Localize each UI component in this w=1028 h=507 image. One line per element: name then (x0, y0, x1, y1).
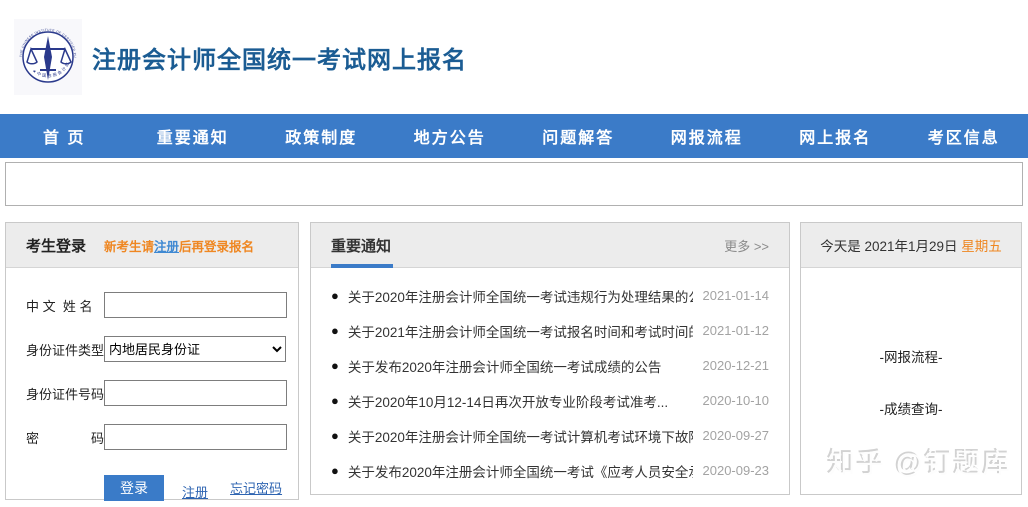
id-type-row: 身份证件类型 内地居民身份证 (26, 336, 286, 362)
register-link[interactable]: 注册 (182, 482, 208, 501)
notice-date: 2020-12-21 (703, 358, 770, 373)
cicpa-logo-icon: THE CHINESE INSTITUTE OF CERTIFIED PUBLI… (14, 19, 82, 95)
notice-date: 2020-09-27 (703, 428, 770, 443)
hint-prefix: 新考生请 (104, 240, 154, 254)
forgot-password-link[interactable]: 忘记密码 (230, 478, 282, 497)
bullet-icon: ● (331, 428, 339, 443)
id-type-label: 身份证件类型 (26, 340, 104, 359)
date-info-panel: 今天是 2021年1月29日 星期五 -网报流程- -成绩查询- (800, 222, 1022, 495)
notice-title[interactable]: 关于2021年注册会计师全国统一考试报名时间和考试时间的... (348, 321, 693, 341)
nav-item-faq[interactable]: 问题解答 (514, 124, 643, 148)
id-type-select[interactable]: 内地居民身份证 (104, 336, 286, 362)
notice-item[interactable]: ● 关于2020年注册会计师全国统一考试计算机考试环境下故障... 2020-0… (331, 418, 769, 453)
scales-emblem-icon: THE CHINESE INSTITUTE OF CERTIFIED PUBLI… (16, 22, 80, 92)
notice-item[interactable]: ● 关于发布2020年注册会计师全国统一考试《应考人员安全承... 2020-0… (331, 453, 769, 488)
today-date: 今天是 2021年1月29日 星期五 (820, 235, 1002, 255)
notice-title[interactable]: 关于2020年10月12-14日再次开放专业阶段考试准考... (348, 391, 693, 411)
login-form: 中 文 姓 名 身份证件类型 内地居民身份证 身份证件号码 密 码 (6, 268, 298, 501)
side-links: -网报流程- -成绩查询- (801, 346, 1021, 418)
site-header: THE CHINESE INSTITUTE OF CERTIFIED PUBLI… (0, 0, 1028, 114)
notices-panel-header: 重要通知 更多 >> (311, 223, 789, 268)
notice-item[interactable]: ● 关于2021年注册会计师全国统一考试报名时间和考试时间的... 2021-0… (331, 313, 769, 348)
notice-title[interactable]: 关于2020年注册会计师全国统一考试违规行为处理结果的公... (348, 286, 693, 306)
important-notices-panel: 重要通知 更多 >> ● 关于2020年注册会计师全国统一考试违规行为处理结果的… (310, 222, 790, 495)
active-tab-underline (331, 264, 393, 268)
id-number-label: 身份证件号码 (26, 384, 104, 403)
score-query-link[interactable]: -成绩查询- (801, 398, 1021, 418)
candidate-login-panel: 考生登录 新考生请注册后再登录报名 中 文 姓 名 身份证件类型 内地居民身份证… (5, 222, 299, 500)
notice-item[interactable]: ● 关于发布2020年注册会计师全国统一考试成绩的公告 2020-12-21 (331, 348, 769, 383)
notice-date: 2020-10-10 (703, 393, 770, 408)
notices-title: 重要通知 (331, 235, 391, 256)
notice-date: 2021-01-12 (703, 323, 770, 338)
page: THE CHINESE INSTITUTE OF CERTIFIED PUBLI… (0, 0, 1028, 507)
main-content: 考生登录 新考生请注册后再登录报名 中 文 姓 名 身份证件类型 内地居民身份证… (5, 222, 1023, 500)
notice-date: 2020-09-23 (703, 463, 770, 478)
nav-item-online-registration[interactable]: 网上报名 (771, 124, 900, 148)
password-label: 密 码 (26, 428, 104, 447)
login-button[interactable]: 登录 (104, 475, 164, 501)
nav-item-registration-process[interactable]: 网报流程 (643, 124, 772, 148)
bullet-icon: ● (331, 463, 339, 478)
bullet-icon: ● (331, 393, 339, 408)
nav-item-policies[interactable]: 政策制度 (257, 124, 386, 148)
login-panel-header: 考生登录 新考生请注册后再登录报名 (6, 223, 298, 268)
name-label: 中 文 姓 名 (26, 296, 104, 315)
bullet-icon: ● (331, 358, 339, 373)
page-title: 注册会计师全国统一考试网上报名 (92, 40, 467, 75)
notice-date: 2021-01-14 (703, 288, 770, 303)
nav-item-home[interactable]: 首 页 (0, 124, 129, 148)
name-row: 中 文 姓 名 (26, 292, 286, 318)
notice-title[interactable]: 关于发布2020年注册会计师全国统一考试《应考人员安全承... (348, 461, 693, 481)
nav-item-important-notices[interactable]: 重要通知 (129, 124, 258, 148)
weekday-text: 星期五 (961, 239, 1002, 254)
date-text: 今天是 2021年1月29日 (820, 239, 961, 254)
nav-item-exam-area-info[interactable]: 考区信息 (900, 124, 1028, 148)
notices-list: ● 关于2020年注册会计师全国统一考试违规行为处理结果的公... 2021-0… (311, 268, 789, 488)
main-nav: 首 页 重要通知 政策制度 地方公告 问题解答 网报流程 网上报名 考区信息 (0, 114, 1028, 158)
nav-item-local-announcements[interactable]: 地方公告 (386, 124, 515, 148)
notice-title[interactable]: 关于2020年注册会计师全国统一考试计算机考试环境下故障... (348, 426, 693, 446)
password-input[interactable] (104, 424, 287, 450)
password-row: 密 码 (26, 424, 286, 450)
login-title: 考生登录 (26, 235, 86, 256)
chinese-name-input[interactable] (104, 292, 287, 318)
bullet-icon: ● (331, 323, 339, 338)
notice-title[interactable]: 关于发布2020年注册会计师全国统一考试成绩的公告 (348, 356, 693, 376)
date-panel-header: 今天是 2021年1月29日 星期五 (801, 223, 1021, 268)
id-number-input[interactable] (104, 380, 287, 406)
banner-strip (5, 162, 1023, 206)
notice-item[interactable]: ● 关于2020年注册会计师全国统一考试违规行为处理结果的公... 2021-0… (331, 278, 769, 313)
login-actions: 登录 注册 忘记密码 (26, 474, 286, 501)
new-candidate-hint: 新考生请注册后再登录报名 (104, 236, 254, 255)
more-link[interactable]: 更多 >> (724, 236, 769, 255)
registration-process-link[interactable]: -网报流程- (801, 346, 1021, 366)
hint-suffix: 后再登录报名 (179, 240, 254, 254)
notice-item[interactable]: ● 关于2020年10月12-14日再次开放专业阶段考试准考... 2020-1… (331, 383, 769, 418)
bullet-icon: ● (331, 288, 339, 303)
id-number-row: 身份证件号码 (26, 380, 286, 406)
register-inline-link[interactable]: 注册 (154, 240, 179, 254)
